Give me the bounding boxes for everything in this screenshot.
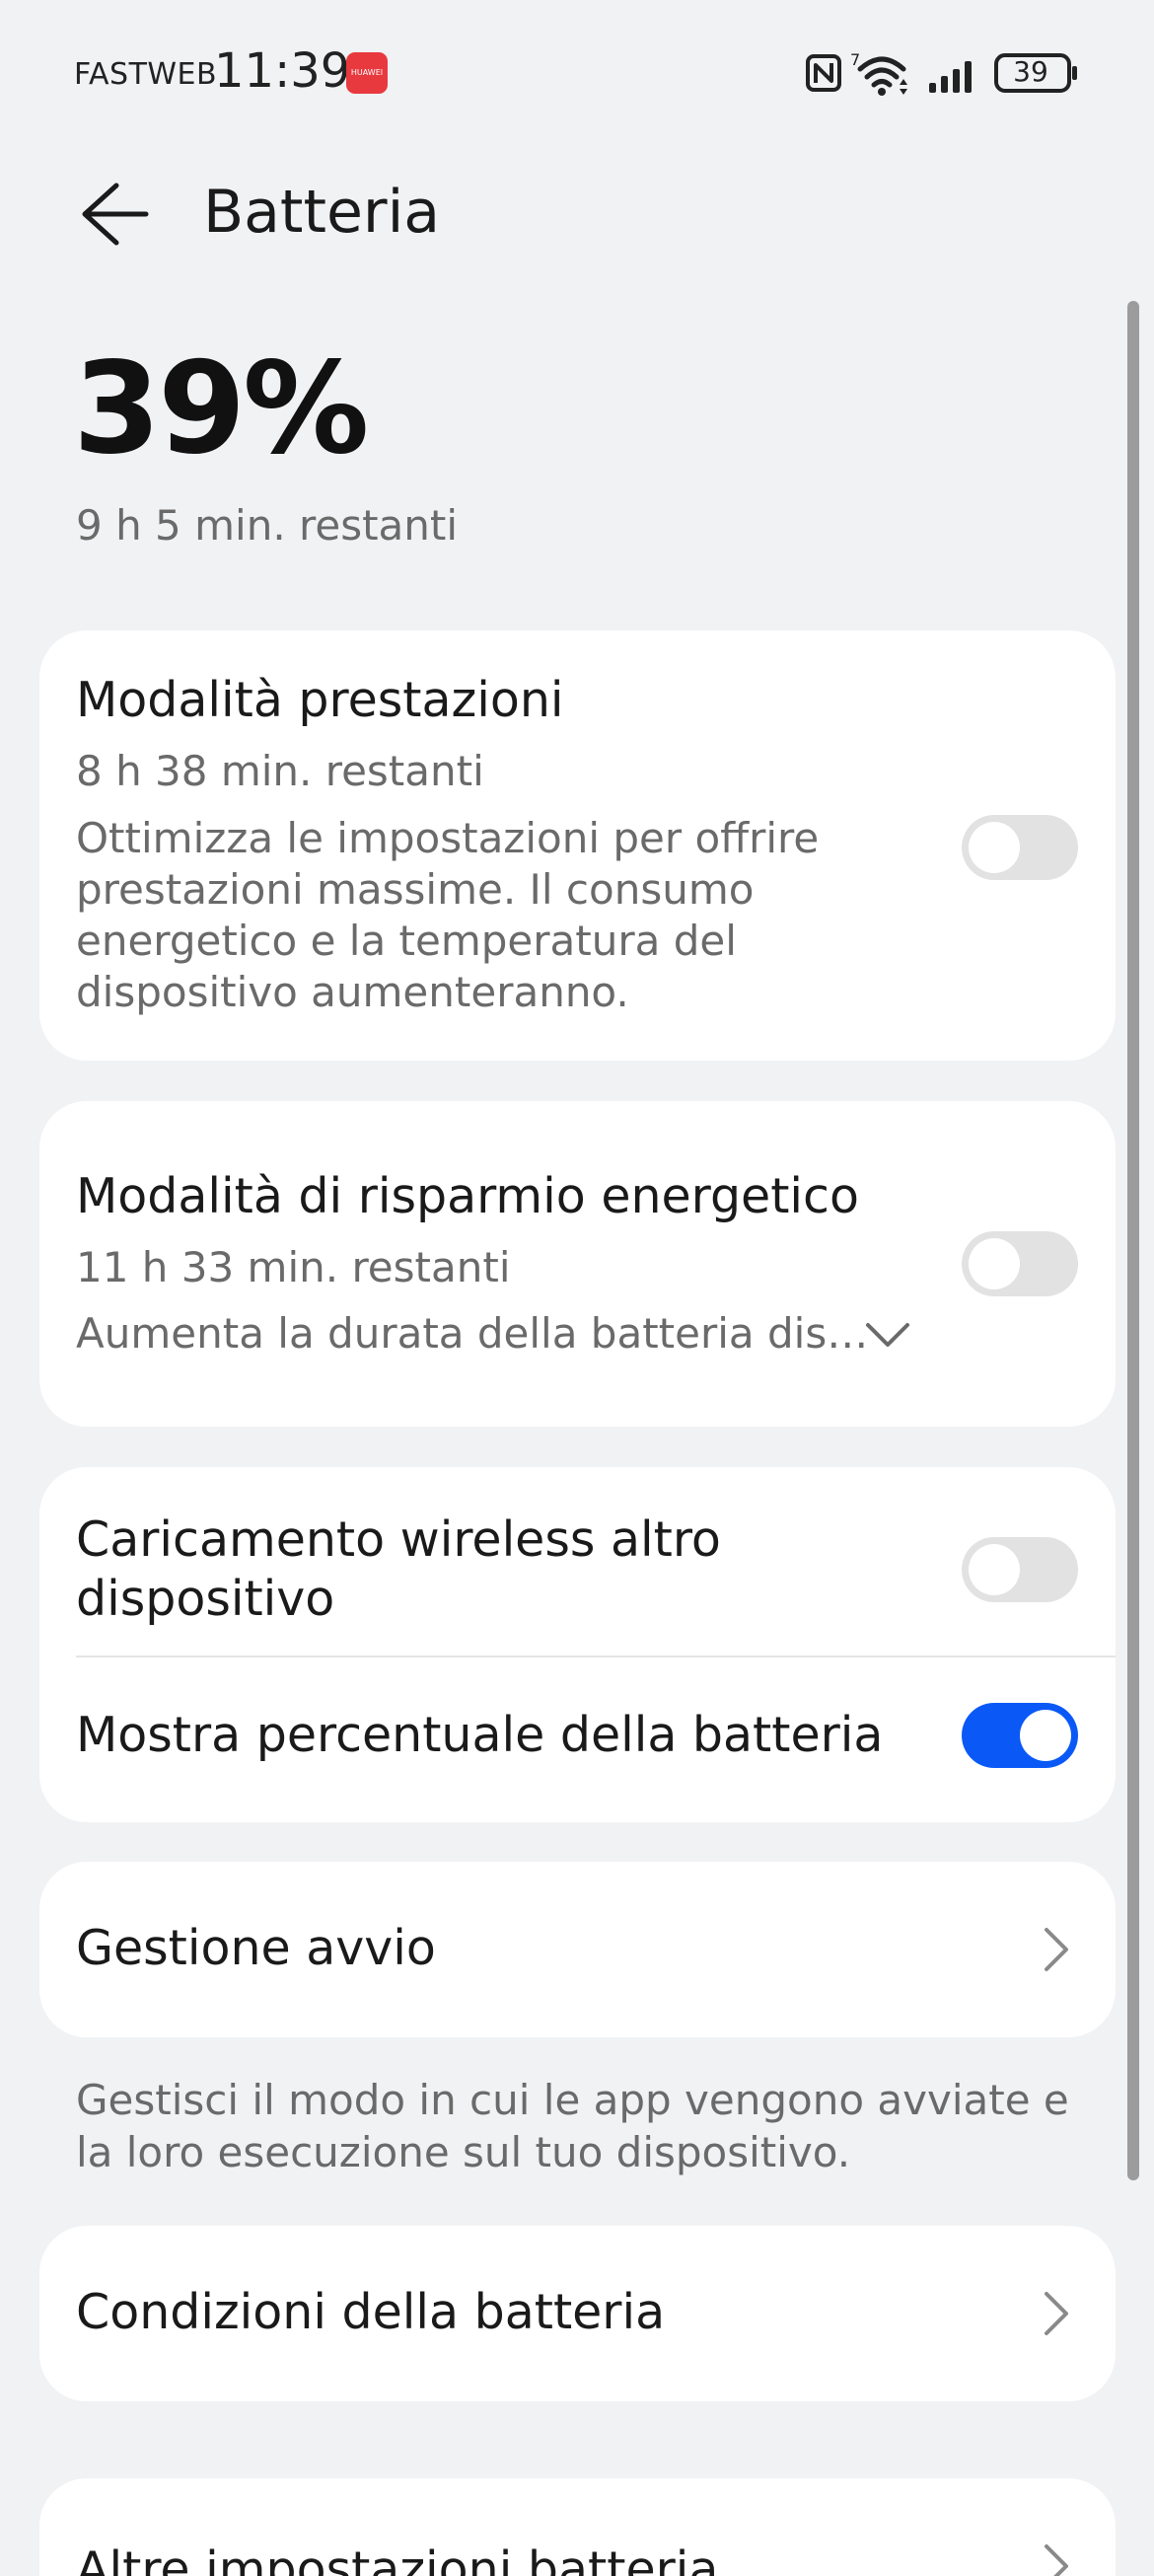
battery-percentage: 39% [73,335,369,482]
page-title: Batteria [203,178,440,247]
wireless-reverse-toggle[interactable] [962,1537,1078,1602]
chevron-right-icon [1045,1928,1068,1971]
performance-mode-title: Modalità prestazioni [76,672,564,728]
battery-health-title: Condizioni della batteria [76,2284,666,2340]
battery-status-icon: 39 [994,53,1079,97]
performance-mode-card: Modalità prestazioni 8 h 38 min. restant… [39,630,1116,1061]
performance-mode-toggle[interactable] [962,815,1078,880]
back-arrow-icon[interactable] [77,180,150,249]
startup-management-row[interactable]: Gestione avvio [39,1862,1116,2037]
signal-strength-icon [929,61,972,93]
scrollbar[interactable] [1127,301,1139,2180]
show-percentage-title: Mostra percentuale della batteria [76,1707,884,1763]
more-battery-settings-title: Altre impostazioni batteria [76,2541,719,2576]
toggle-knob [969,1238,1020,1289]
status-icons: 7 39 [759,47,1154,101]
more-battery-settings-row[interactable]: Altre impostazioni batteria [39,2478,1116,2576]
network-sup-label: 7 [850,51,860,69]
chevron-right-icon [1045,2292,1068,2335]
wifi-icon: 7 [850,51,907,96]
charging-display-card: Caricamento wireless altro dispositivo M… [39,1467,1116,1822]
carrier-label: FASTWEB [74,57,218,92]
startup-management-footnote: Gestisci il modo in cui le app vengono a… [76,2076,1069,2176]
wireless-reverse-title: Caricamento wireless altro dispositivo [76,1510,721,1629]
battery-settings-screen: FASTWEB 11:39 HUAWEI 7 39 Batteria 39% 9… [0,0,1154,2576]
power-saving-description: Aumenta la durata della batteria dis… [76,1309,869,1358]
app-badge-label: HUAWEI [350,68,384,77]
huawei-app-badge-icon: HUAWEI [346,52,388,94]
status-clock: 11:39 [214,43,351,99]
wireless-reverse-title-line2: dispositivo [76,1571,335,1627]
power-saving-toggle[interactable] [962,1231,1078,1296]
battery-level-label: 39 [1013,55,1048,88]
show-percentage-toggle[interactable] [962,1703,1078,1768]
power-saving-card: Modalità di risparmio energetico 11 h 33… [39,1101,1116,1427]
chevron-right-icon [1045,2544,1068,2576]
toggle-knob [969,1544,1020,1595]
wireless-reverse-title-line1: Caricamento wireless altro [76,1511,721,1568]
performance-mode-remaining: 8 h 38 min. restanti [76,747,484,795]
status-bar: FASTWEB 11:39 HUAWEI 7 39 [0,0,1154,148]
performance-mode-description: Ottimizza le impostazioni per offrire pr… [76,814,820,1016]
toggle-knob [1020,1710,1071,1761]
startup-management-title: Gestione avvio [76,1920,436,1976]
battery-remaining-time: 9 h 5 min. restanti [76,501,459,550]
power-saving-remaining: 11 h 33 min. restanti [76,1243,511,1291]
power-saving-title: Modalità di risparmio energetico [76,1168,859,1224]
battery-health-row[interactable]: Condizioni della batteria [39,2226,1116,2401]
nfc-icon [806,54,841,92]
chevron-down-icon[interactable] [864,1320,911,1350]
divider [76,1656,1116,1657]
toggle-knob [969,822,1020,873]
